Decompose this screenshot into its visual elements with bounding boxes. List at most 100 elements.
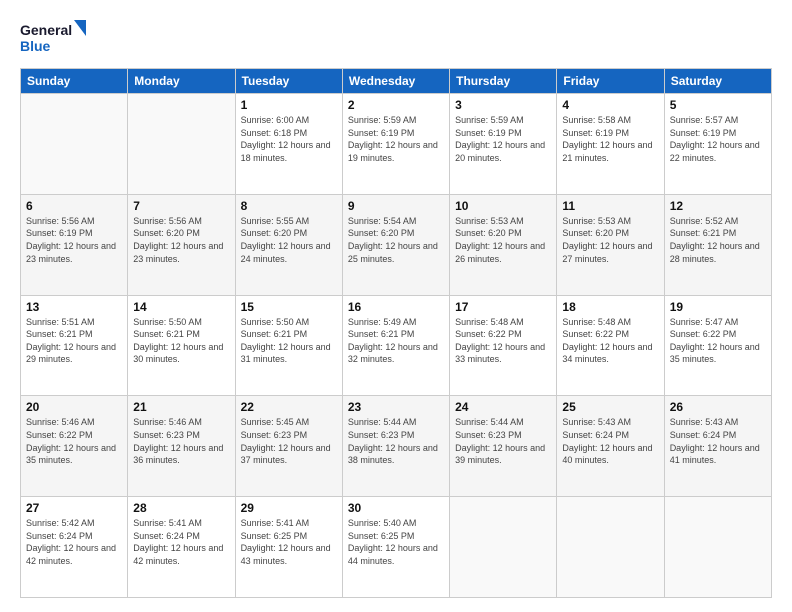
day-info: Sunrise: 5:43 AMSunset: 6:24 PMDaylight:… — [670, 416, 766, 466]
day-number: 15 — [241, 300, 337, 314]
day-info: Sunrise: 5:43 AMSunset: 6:24 PMDaylight:… — [562, 416, 658, 466]
calendar-week-row: 6 Sunrise: 5:56 AMSunset: 6:19 PMDaylight… — [21, 194, 772, 295]
day-info: Sunrise: 5:50 AMSunset: 6:21 PMDaylight:… — [133, 316, 229, 366]
calendar-cell: 13 Sunrise: 5:51 AMSunset: 6:21 PMDayligh… — [21, 295, 128, 396]
day-info: Sunrise: 5:41 AMSunset: 6:25 PMDaylight:… — [241, 517, 337, 567]
calendar-cell: 11 Sunrise: 5:53 AMSunset: 6:20 PMDayligh… — [557, 194, 664, 295]
day-info: Sunrise: 5:46 AMSunset: 6:23 PMDaylight:… — [133, 416, 229, 466]
day-number: 14 — [133, 300, 229, 314]
day-number: 12 — [670, 199, 766, 213]
calendar-cell — [664, 497, 771, 598]
calendar-cell: 7 Sunrise: 5:56 AMSunset: 6:20 PMDaylight… — [128, 194, 235, 295]
day-info: Sunrise: 5:40 AMSunset: 6:25 PMDaylight:… — [348, 517, 444, 567]
calendar-cell: 17 Sunrise: 5:48 AMSunset: 6:22 PMDayligh… — [450, 295, 557, 396]
day-info: Sunrise: 5:45 AMSunset: 6:23 PMDaylight:… — [241, 416, 337, 466]
day-info: Sunrise: 5:59 AMSunset: 6:19 PMDaylight:… — [348, 114, 444, 164]
day-info: Sunrise: 5:44 AMSunset: 6:23 PMDaylight:… — [455, 416, 551, 466]
calendar-cell — [128, 94, 235, 195]
calendar-cell: 18Sunrise: 5:48 AMSunset: 6:22 PMDayligh… — [557, 295, 664, 396]
logo: General Blue — [20, 18, 90, 56]
day-number: 8 — [241, 199, 337, 213]
day-number: 19 — [670, 300, 766, 314]
day-number: 7 — [133, 199, 229, 213]
day-number: 13 — [26, 300, 122, 314]
calendar-cell: 24 Sunrise: 5:44 AMSunset: 6:23 PMDayligh… — [450, 396, 557, 497]
calendar-cell: 1 Sunrise: 6:00 AMSunset: 6:18 PMDaylight… — [235, 94, 342, 195]
day-info: Sunrise: 5:53 AMSunset: 6:20 PMDaylight:… — [455, 215, 551, 265]
day-number: 9 — [348, 199, 444, 213]
calendar-cell: 25Sunrise: 5:43 AMSunset: 6:24 PMDayligh… — [557, 396, 664, 497]
day-number: 10 — [455, 199, 551, 213]
svg-text:Blue: Blue — [20, 38, 51, 54]
calendar-cell: 4Sunrise: 5:58 AMSunset: 6:19 PMDaylight… — [557, 94, 664, 195]
day-info: Sunrise: 6:00 AMSunset: 6:18 PMDaylight:… — [241, 114, 337, 164]
day-number: 6 — [26, 199, 122, 213]
day-number: 29 — [241, 501, 337, 515]
day-info: Sunrise: 5:51 AMSunset: 6:21 PMDaylight:… — [26, 316, 122, 366]
day-info: Sunrise: 5:52 AMSunset: 6:21 PMDaylight:… — [670, 215, 766, 265]
day-number: 26 — [670, 400, 766, 414]
day-info: Sunrise: 5:57 AMSunset: 6:19 PMDaylight:… — [670, 114, 766, 164]
day-number: 22 — [241, 400, 337, 414]
calendar-cell: 2Sunrise: 5:59 AMSunset: 6:19 PMDaylight… — [342, 94, 449, 195]
col-header-thursday: Thursday — [450, 69, 557, 94]
calendar-cell: 28Sunrise: 5:41 AMSunset: 6:24 PMDayligh… — [128, 497, 235, 598]
calendar-cell: 16 Sunrise: 5:49 AMSunset: 6:21 PMDayligh… — [342, 295, 449, 396]
calendar-cell: 23 Sunrise: 5:44 AMSunset: 6:23 PMDayligh… — [342, 396, 449, 497]
col-header-friday: Friday — [557, 69, 664, 94]
day-number: 24 — [455, 400, 551, 414]
day-info: Sunrise: 5:48 AMSunset: 6:22 PMDaylight:… — [562, 316, 658, 366]
day-info: Sunrise: 5:58 AMSunset: 6:19 PMDaylight:… — [562, 114, 658, 164]
day-info: Sunrise: 5:54 AMSunset: 6:20 PMDaylight:… — [348, 215, 444, 265]
calendar-cell: 8 Sunrise: 5:55 AMSunset: 6:20 PMDaylight… — [235, 194, 342, 295]
day-info: Sunrise: 5:48 AMSunset: 6:22 PMDaylight:… — [455, 316, 551, 366]
col-header-saturday: Saturday — [664, 69, 771, 94]
calendar-header: SundayMondayTuesdayWednesdayThursdayFrid… — [21, 69, 772, 94]
day-info: Sunrise: 5:59 AMSunset: 6:19 PMDaylight:… — [455, 114, 551, 164]
calendar-cell: 21 Sunrise: 5:46 AMSunset: 6:23 PMDayligh… — [128, 396, 235, 497]
day-number: 21 — [133, 400, 229, 414]
day-info: Sunrise: 5:44 AMSunset: 6:23 PMDaylight:… — [348, 416, 444, 466]
header: General Blue — [20, 18, 772, 56]
day-info: Sunrise: 5:55 AMSunset: 6:20 PMDaylight:… — [241, 215, 337, 265]
calendar-week-row: 20 Sunrise: 5:46 AMSunset: 6:22 PMDayligh… — [21, 396, 772, 497]
day-number: 16 — [348, 300, 444, 314]
col-header-sunday: Sunday — [21, 69, 128, 94]
calendar-page: General Blue SundayMondayTuesdayWednesda… — [0, 0, 792, 612]
day-info: Sunrise: 5:56 AMSunset: 6:19 PMDaylight:… — [26, 215, 122, 265]
day-info: Sunrise: 5:53 AMSunset: 6:20 PMDaylight:… — [562, 215, 658, 265]
calendar-cell: 20 Sunrise: 5:46 AMSunset: 6:22 PMDayligh… — [21, 396, 128, 497]
calendar-cell — [21, 94, 128, 195]
calendar-cell: 19 Sunrise: 5:47 AMSunset: 6:22 PMDayligh… — [664, 295, 771, 396]
calendar-cell: 14 Sunrise: 5:50 AMSunset: 6:21 PMDayligh… — [128, 295, 235, 396]
day-info: Sunrise: 5:42 AMSunset: 6:24 PMDaylight:… — [26, 517, 122, 567]
calendar-cell: 26 Sunrise: 5:43 AMSunset: 6:24 PMDayligh… — [664, 396, 771, 497]
calendar-cell: 3Sunrise: 5:59 AMSunset: 6:19 PMDaylight… — [450, 94, 557, 195]
day-info: Sunrise: 5:47 AMSunset: 6:22 PMDaylight:… — [670, 316, 766, 366]
generalblue-logo: General Blue — [20, 18, 90, 56]
day-number: 23 — [348, 400, 444, 414]
calendar-cell: 10 Sunrise: 5:53 AMSunset: 6:20 PMDayligh… — [450, 194, 557, 295]
calendar-week-row: 1 Sunrise: 6:00 AMSunset: 6:18 PMDaylight… — [21, 94, 772, 195]
calendar-cell: 12 Sunrise: 5:52 AMSunset: 6:21 PMDayligh… — [664, 194, 771, 295]
calendar-cell: 29 Sunrise: 5:41 AMSunset: 6:25 PMDayligh… — [235, 497, 342, 598]
calendar-cell: 22 Sunrise: 5:45 AMSunset: 6:23 PMDayligh… — [235, 396, 342, 497]
day-number: 17 — [455, 300, 551, 314]
day-number: 27 — [26, 501, 122, 515]
calendar-week-row: 13 Sunrise: 5:51 AMSunset: 6:21 PMDayligh… — [21, 295, 772, 396]
calendar-cell: 9 Sunrise: 5:54 AMSunset: 6:20 PMDaylight… — [342, 194, 449, 295]
day-number: 30 — [348, 501, 444, 515]
day-number: 5 — [670, 98, 766, 112]
day-info: Sunrise: 5:41 AMSunset: 6:24 PMDaylight:… — [133, 517, 229, 567]
day-info: Sunrise: 5:49 AMSunset: 6:21 PMDaylight:… — [348, 316, 444, 366]
day-number: 1 — [241, 98, 337, 112]
day-info: Sunrise: 5:56 AMSunset: 6:20 PMDaylight:… — [133, 215, 229, 265]
calendar-cell: 15 Sunrise: 5:50 AMSunset: 6:21 PMDayligh… — [235, 295, 342, 396]
col-header-monday: Monday — [128, 69, 235, 94]
day-info: Sunrise: 5:46 AMSunset: 6:22 PMDaylight:… — [26, 416, 122, 466]
day-number: 20 — [26, 400, 122, 414]
day-info: Sunrise: 5:50 AMSunset: 6:21 PMDaylight:… — [241, 316, 337, 366]
calendar-table: SundayMondayTuesdayWednesdayThursdayFrid… — [20, 68, 772, 598]
day-number: 11 — [562, 199, 658, 213]
calendar-cell — [450, 497, 557, 598]
